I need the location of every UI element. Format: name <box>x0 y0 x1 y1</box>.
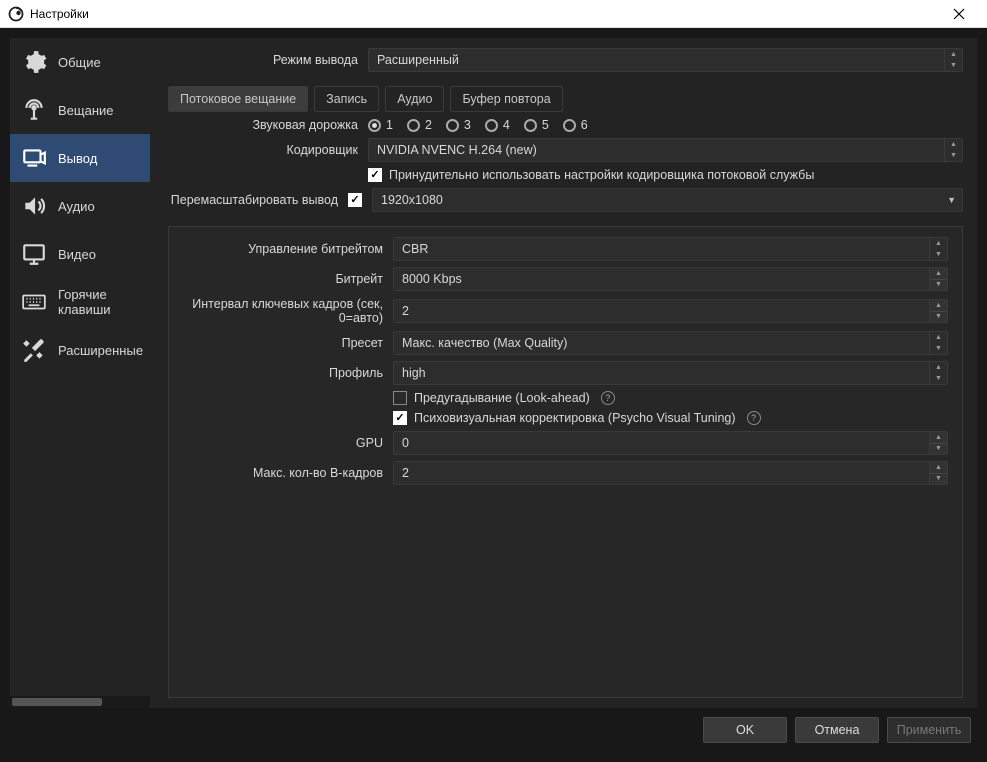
gear-icon <box>20 48 48 76</box>
encoder-row: Кодировщик NVIDIA NVENC H.264 (new) ▲▼ <box>168 138 963 162</box>
updown-icon: ▲▼ <box>929 462 947 484</box>
encoder-select[interactable]: NVIDIA NVENC H.264 (new) ▲▼ <box>368 138 963 162</box>
audio-track-radio-5[interactable]: 5 <box>524 118 549 132</box>
help-icon[interactable]: ? <box>747 411 761 425</box>
rescale-label: Перемасштабировать вывод <box>168 193 348 207</box>
updown-icon: ▲▼ <box>944 139 962 161</box>
help-icon[interactable]: ? <box>601 391 615 405</box>
lookahead-label: Предугадывание (Look-ahead) <box>414 391 590 405</box>
tab-streaming[interactable]: Потоковое вещание <box>168 86 308 112</box>
sidebar-scrollbar[interactable] <box>10 696 150 708</box>
encoder-value: NVIDIA NVENC H.264 (new) <box>377 143 537 157</box>
broadcast-icon <box>20 96 48 124</box>
enforce-label: Принудительно использовать настройки код… <box>389 168 814 182</box>
audio-track-radio-4[interactable]: 4 <box>485 118 510 132</box>
psycho-label: Психовизуальная корректировка (Psycho Vi… <box>414 411 736 425</box>
sidebar-item-hotkeys[interactable]: Горячие клавиши <box>10 278 150 326</box>
gpu-label: GPU <box>173 436 393 450</box>
lookahead-checkbox[interactable] <box>393 391 407 405</box>
bframes-label: Макс. кол-во B-кадров <box>173 466 393 480</box>
output-mode-label: Режим вывода <box>168 53 368 67</box>
tabs: Потоковое вещание Запись Аудио Буфер пов… <box>168 86 963 112</box>
gpu-spin[interactable]: 0▲▼ <box>393 431 948 455</box>
rescale-checkbox[interactable] <box>348 193 362 207</box>
rescale-combo[interactable]: 1920x1080 ▼ <box>372 188 963 212</box>
titlebar: Настройки <box>0 0 987 28</box>
audio-track-radio-1[interactable]: 1 <box>368 118 393 132</box>
rescale-value: 1920x1080 <box>381 193 443 207</box>
profile-label: Профиль <box>173 366 393 380</box>
sidebar-item-label: Общие <box>58 55 101 70</box>
sidebar-item-label: Расширенные <box>58 343 143 358</box>
sidebar-item-stream[interactable]: Вещание <box>10 86 150 134</box>
cancel-button[interactable]: Отмена <box>795 717 879 743</box>
updown-icon: ▲▼ <box>944 49 962 71</box>
footer: OK Отмена Применить <box>10 708 977 752</box>
monitor-icon <box>20 240 48 268</box>
bitrate-label: Битрейт <box>173 272 393 286</box>
tab-replay-buffer[interactable]: Буфер повтора <box>450 86 562 112</box>
tools-icon <box>20 336 48 364</box>
updown-icon: ▲▼ <box>929 432 947 454</box>
sidebar: Общие Вещание Вывод <box>10 38 150 708</box>
updown-icon: ▲▼ <box>929 300 947 322</box>
audio-track-radio-2[interactable]: 2 <box>407 118 432 132</box>
chevron-down-icon: ▼ <box>947 195 956 205</box>
sidebar-item-label: Вывод <box>58 151 97 166</box>
window-body: Общие Вещание Вывод <box>0 28 987 762</box>
encoder-settings-panel: Управление битрейтом CBR▲▼ Битрейт 8000 … <box>168 226 963 698</box>
profile-select[interactable]: high▲▼ <box>393 361 948 385</box>
close-button[interactable] <box>939 0 979 28</box>
audio-track-radio-3[interactable]: 3 <box>446 118 471 132</box>
tab-recording[interactable]: Запись <box>314 86 379 112</box>
rate-control-select[interactable]: CBR▲▼ <box>393 237 948 261</box>
updown-icon: ▲▼ <box>929 332 947 354</box>
keyboard-icon <box>20 288 48 316</box>
keyframe-spin[interactable]: 2▲▼ <box>393 299 948 323</box>
audio-track-label: Звуковая дорожка <box>168 118 368 132</box>
sidebar-item-advanced[interactable]: Расширенные <box>10 326 150 374</box>
output-mode-select[interactable]: Расширенный ▲▼ <box>368 48 963 72</box>
output-mode-row: Режим вывода Расширенный ▲▼ <box>168 48 963 72</box>
rate-control-label: Управление битрейтом <box>173 242 393 256</box>
psycho-checkbox[interactable] <box>393 411 407 425</box>
sidebar-item-output[interactable]: Вывод <box>10 134 150 182</box>
sidebar-item-label: Горячие клавиши <box>58 287 140 317</box>
output-icon <box>20 144 48 172</box>
apply-button[interactable]: Применить <box>887 717 971 743</box>
updown-icon: ▲▼ <box>929 268 947 290</box>
enforce-row: Принудительно использовать настройки код… <box>168 168 963 182</box>
app-icon <box>8 6 24 22</box>
main-content: Режим вывода Расширенный ▲▼ Потоковое ве… <box>150 38 977 708</box>
speaker-icon <box>20 192 48 220</box>
preset-label: Пресет <box>173 336 393 350</box>
preset-select[interactable]: Макс. качество (Max Quality)▲▼ <box>393 331 948 355</box>
output-mode-value: Расширенный <box>377 53 459 67</box>
keyframe-label: Интервал ключевых кадров (сек, 0=авто) <box>173 297 393 325</box>
sidebar-item-video[interactable]: Видео <box>10 230 150 278</box>
sidebar-item-general[interactable]: Общие <box>10 38 150 86</box>
bframes-spin[interactable]: 2▲▼ <box>393 461 948 485</box>
sidebar-item-label: Аудио <box>58 199 95 214</box>
encoder-label: Кодировщик <box>168 143 368 157</box>
updown-icon: ▲▼ <box>929 238 947 260</box>
audio-track-radio-6[interactable]: 6 <box>563 118 588 132</box>
sidebar-item-audio[interactable]: Аудио <box>10 182 150 230</box>
tab-audio[interactable]: Аудио <box>385 86 444 112</box>
updown-icon: ▲▼ <box>929 362 947 384</box>
ok-button[interactable]: OK <box>703 717 787 743</box>
bitrate-spin[interactable]: 8000 Kbps▲▼ <box>393 267 948 291</box>
window-title: Настройки <box>30 7 89 21</box>
sidebar-item-label: Видео <box>58 247 96 262</box>
audio-track-row: Звуковая дорожка 1 2 3 4 5 6 <box>168 118 963 132</box>
settings-window: Настройки Общие Вещание <box>0 0 987 762</box>
sidebar-item-label: Вещание <box>58 103 114 118</box>
rescale-row: Перемасштабировать вывод 1920x1080 ▼ <box>168 188 963 212</box>
enforce-checkbox[interactable] <box>368 168 382 182</box>
